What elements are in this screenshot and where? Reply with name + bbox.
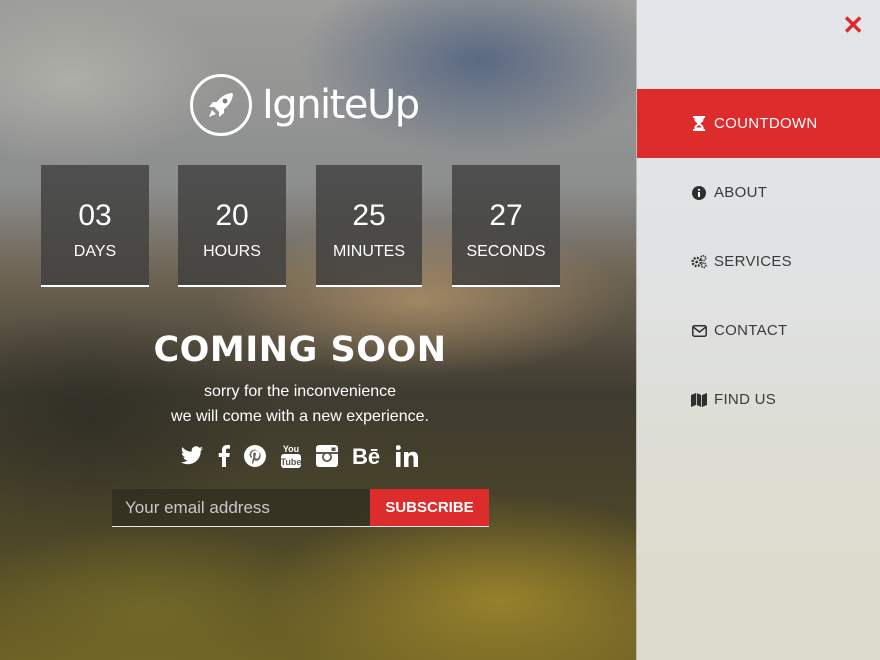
menu-item-countdown[interactable]: COUNTDOWN bbox=[637, 89, 880, 158]
info-icon bbox=[691, 185, 707, 201]
rocket-icon bbox=[190, 74, 252, 136]
hourglass-icon bbox=[691, 116, 707, 132]
countdown-days: 03 DAYS bbox=[41, 165, 149, 287]
close-icon[interactable]: ✕ bbox=[842, 12, 864, 38]
countdown-label: HOURS bbox=[203, 243, 261, 260]
envelope-icon bbox=[691, 323, 707, 339]
behance-icon[interactable]: Bē bbox=[352, 442, 382, 470]
subscribe-button[interactable]: SUBSCRIBE bbox=[370, 489, 489, 527]
menu-item-label: ABOUT bbox=[714, 184, 768, 201]
linkedin-icon[interactable] bbox=[396, 442, 420, 470]
countdown-hours: 20 HOURS bbox=[178, 165, 286, 287]
logo: IgniteUp bbox=[190, 74, 420, 136]
brand-name: IgniteUp bbox=[262, 82, 420, 128]
countdown-value: 27 bbox=[489, 199, 523, 232]
countdown-label: SECONDS bbox=[466, 243, 546, 260]
countdown-value: 25 bbox=[352, 199, 386, 232]
gears-icon bbox=[691, 254, 707, 270]
sidebar-menu: ✕ COUNTDOWN ABOUT SERVICES CONTACT FIND … bbox=[636, 0, 880, 660]
subtitle-line-2: we will come with a new experience. bbox=[171, 408, 429, 425]
youtube-icon[interactable]: You Tube bbox=[280, 442, 302, 470]
instagram-icon[interactable] bbox=[316, 442, 338, 470]
countdown-label: DAYS bbox=[73, 243, 117, 260]
menu-item-label: FIND US bbox=[714, 391, 777, 408]
menu-item-about[interactable]: ABOUT bbox=[637, 158, 880, 227]
email-input[interactable] bbox=[112, 489, 370, 527]
svg-text:Tube: Tube bbox=[281, 457, 302, 467]
pinterest-icon[interactable] bbox=[244, 442, 266, 470]
menu-item-label: CONTACT bbox=[714, 322, 788, 339]
countdown-minutes: 25 MINUTES bbox=[316, 165, 422, 287]
main-panel: IgniteUp 03 DAYS 20 HOURS 25 MINUTES 27 … bbox=[0, 0, 636, 660]
menu-item-services[interactable]: SERVICES bbox=[637, 227, 880, 296]
social-links: You Tube Bē bbox=[180, 442, 434, 470]
map-icon bbox=[691, 392, 707, 408]
menu-item-label: SERVICES bbox=[714, 253, 792, 270]
page-title: COMING SOON bbox=[153, 330, 447, 370]
svg-text:You: You bbox=[283, 444, 299, 454]
svg-text:Bē: Bē bbox=[352, 445, 380, 467]
countdown-label: MINUTES bbox=[333, 243, 405, 260]
countdown-value: 03 bbox=[78, 199, 112, 232]
facebook-icon[interactable] bbox=[218, 442, 230, 470]
twitter-icon[interactable] bbox=[180, 442, 204, 470]
menu-item-find-us[interactable]: FIND US bbox=[637, 365, 880, 434]
countdown-seconds: 27 SECONDS bbox=[452, 165, 560, 287]
subtitle-line-1: sorry for the inconvenience bbox=[203, 383, 397, 400]
menu-item-contact[interactable]: CONTACT bbox=[637, 296, 880, 365]
menu-item-label: COUNTDOWN bbox=[714, 115, 818, 132]
countdown-value: 20 bbox=[215, 199, 249, 232]
